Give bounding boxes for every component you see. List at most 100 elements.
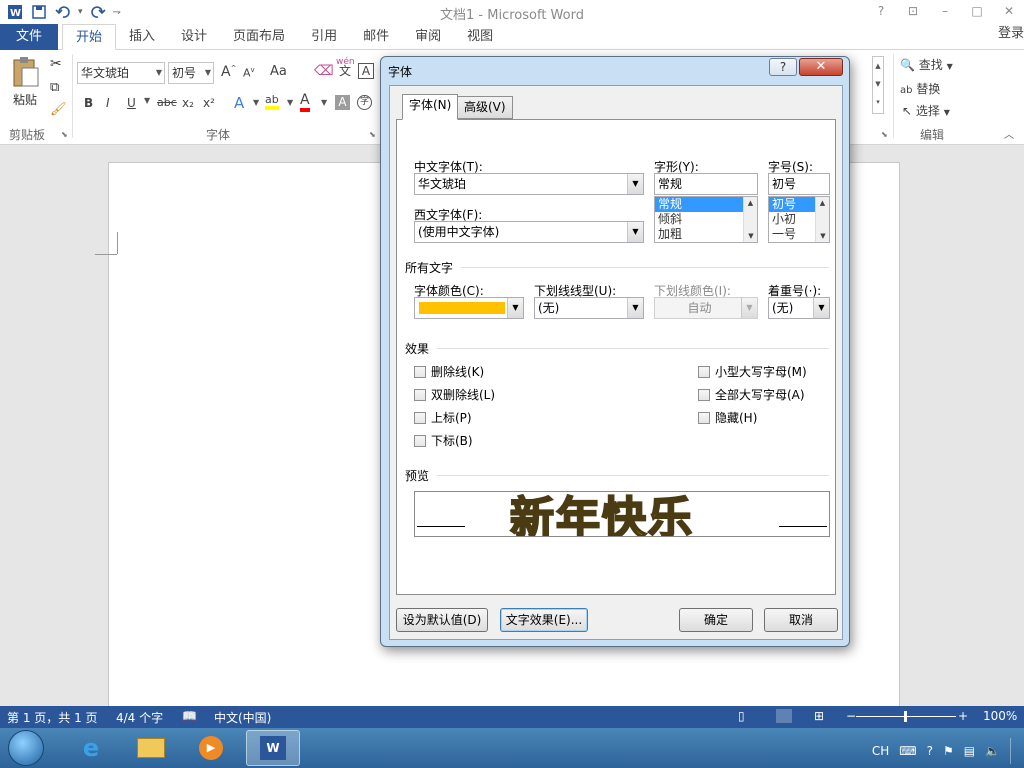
subscript-checkbox[interactable]: 下标(B) xyxy=(414,432,473,449)
scroll-down-icon[interactable]: ▼ xyxy=(744,230,757,242)
checkbox-box[interactable] xyxy=(414,365,426,378)
read-mode-icon[interactable]: ▯ xyxy=(738,709,745,723)
superscript-checkbox[interactable]: 上标(P) xyxy=(414,409,472,426)
zoom-slider-thumb[interactable] xyxy=(904,711,907,722)
tab-insert[interactable]: 插入 xyxy=(116,24,168,50)
shrink-font-button[interactable]: Av xyxy=(243,66,255,80)
grow-font-button[interactable]: A^ xyxy=(221,64,236,80)
cut-icon[interactable]: ✂ xyxy=(50,56,62,72)
proofing-icon[interactable]: 📖 xyxy=(182,709,197,723)
styles-gallery[interactable] xyxy=(850,56,872,114)
internet-explorer-icon[interactable]: e xyxy=(64,730,118,766)
tab-page-layout[interactable]: 页面布局 xyxy=(220,24,298,50)
checkbox-box[interactable] xyxy=(698,365,710,378)
format-painter-icon[interactable]: 🖌 xyxy=(50,102,67,117)
font-style-list[interactable]: 常规 倾斜 加粗 ▲ ▼ xyxy=(654,196,758,243)
scroll-down-icon[interactable]: ▼ xyxy=(816,230,829,242)
list-item[interactable]: 常规 xyxy=(655,197,757,212)
emphasis-mark-select[interactable]: (无) ▼ xyxy=(768,297,830,319)
language-indicator[interactable]: 中文(中国) xyxy=(214,709,271,726)
underline-type-select[interactable]: (无) ▼ xyxy=(534,297,644,319)
media-player-icon[interactable]: ▶ xyxy=(184,730,238,766)
all-caps-checkbox[interactable]: 全部大写字母(A) xyxy=(698,386,805,403)
font-name-combo[interactable]: 华文琥珀 ▼ xyxy=(77,62,165,84)
underline-button[interactable]: U xyxy=(127,96,136,110)
change-case-button[interactable]: Aa xyxy=(270,64,287,79)
dialog-close-button[interactable]: ✕ xyxy=(799,58,843,76)
character-shading-button[interactable]: A xyxy=(335,95,350,110)
chevron-down-icon[interactable]: ▼ xyxy=(321,98,327,107)
file-explorer-icon[interactable] xyxy=(124,730,178,766)
font-launcher-icon[interactable]: ⬊ xyxy=(369,130,376,139)
strikethrough-button[interactable]: abc xyxy=(157,96,177,109)
help-icon[interactable]: ? xyxy=(872,2,890,20)
chinese-font-select[interactable]: 华文琥珀 ▼ xyxy=(414,173,644,195)
cancel-button[interactable]: 取消 xyxy=(764,608,838,632)
list-item[interactable]: 加粗 xyxy=(655,227,757,242)
italic-button[interactable]: I xyxy=(106,96,110,110)
word-taskbar-icon[interactable]: W xyxy=(246,730,300,766)
chevron-down-icon[interactable]: ▼ xyxy=(627,298,643,318)
minimize-icon[interactable]: – xyxy=(936,2,954,20)
tab-mailings[interactable]: 邮件 xyxy=(350,24,402,50)
font-color-picker[interactable]: ▼ xyxy=(414,297,524,319)
font-size-input[interactable]: 初号 xyxy=(768,173,830,195)
subscript-button[interactable]: x₂ xyxy=(182,96,194,110)
bold-button[interactable]: B xyxy=(84,96,93,110)
chevron-down-icon[interactable]: ▼ xyxy=(627,222,643,242)
replace-button[interactable]: ab 替换 xyxy=(900,80,940,97)
chevron-down-icon[interactable]: ▼ xyxy=(144,96,150,105)
western-font-select[interactable]: (使用中文字体) ▼ xyxy=(414,221,644,243)
text-effects-button[interactable]: 文字效果(E)... xyxy=(500,608,588,632)
collapse-ribbon-icon[interactable]: ︿ xyxy=(1004,126,1014,141)
font-size-combo[interactable]: 初号 ▼ xyxy=(168,62,214,84)
font-size-list[interactable]: 初号 小初 一号 ▲ ▼ xyxy=(768,196,830,243)
flag-icon[interactable]: ⚑ xyxy=(943,744,954,758)
help-tray-icon[interactable]: ? xyxy=(927,744,933,758)
start-button[interactable] xyxy=(8,730,44,766)
web-layout-icon[interactable]: ⊞ xyxy=(814,709,824,723)
zoom-out-icon[interactable]: − xyxy=(846,709,856,723)
highlight-button[interactable]: ab xyxy=(265,94,279,110)
zoom-in-icon[interactable]: + xyxy=(958,709,968,723)
show-desktop-button[interactable] xyxy=(1010,738,1016,764)
styles-scroll[interactable]: ▲ ▼ ▾ xyxy=(872,56,884,114)
chevron-down-icon[interactable]: ▼ xyxy=(287,98,293,107)
tab-advanced[interactable]: 高级(V) xyxy=(457,96,513,119)
checkbox-box[interactable] xyxy=(698,388,710,401)
scroll-up-icon[interactable]: ▲ xyxy=(816,197,829,209)
tab-view[interactable]: 视图 xyxy=(454,24,506,50)
phonetic-guide-button[interactable]: wén 文 xyxy=(336,58,355,78)
chevron-down-icon[interactable]: ▼ xyxy=(205,63,211,83)
list-scrollbar[interactable]: ▲ ▼ xyxy=(743,197,757,242)
ribbon-display-options-icon[interactable]: ⊡ xyxy=(904,2,922,20)
network-icon[interactable]: ▤ xyxy=(964,744,975,758)
styles-launcher-icon[interactable]: ⬊ xyxy=(881,130,888,139)
checkbox-box[interactable] xyxy=(414,411,426,424)
font-style-input[interactable]: 常规 xyxy=(654,173,758,195)
small-caps-checkbox[interactable]: 小型大写字母(M) xyxy=(698,363,807,380)
tab-home[interactable]: 开始 xyxy=(62,24,117,50)
clear-formatting-icon[interactable]: ⌫ xyxy=(314,63,334,79)
tab-review[interactable]: 审阅 xyxy=(402,24,454,50)
tab-references[interactable]: 引用 xyxy=(298,24,350,50)
list-scrollbar[interactable]: ▲ ▼ xyxy=(815,197,829,242)
superscript-button[interactable]: x² xyxy=(203,96,215,110)
tab-design[interactable]: 设计 xyxy=(168,24,220,50)
font-color-button[interactable]: A xyxy=(300,93,310,112)
character-border-button[interactable]: A xyxy=(358,63,374,79)
chevron-down-icon[interactable]: ▼ xyxy=(253,98,259,107)
checkbox-box[interactable] xyxy=(698,411,710,424)
restore-icon[interactable]: □ xyxy=(968,2,986,20)
scroll-up-icon[interactable]: ▲ xyxy=(744,197,757,209)
list-item[interactable]: 初号 xyxy=(769,197,815,212)
paste-button[interactable]: 粘贴 xyxy=(8,56,42,118)
tab-font[interactable]: 字体(N) xyxy=(402,94,459,120)
list-item[interactable]: 倾斜 xyxy=(655,212,757,227)
checkbox-box[interactable] xyxy=(414,388,426,401)
chevron-down-icon[interactable]: ▼ xyxy=(156,63,162,83)
sign-in-link[interactable]: 登录 xyxy=(998,24,1024,44)
clipboard-launcher-icon[interactable]: ⬊ xyxy=(61,130,68,139)
volume-icon[interactable]: 🔈 xyxy=(985,744,1000,758)
ok-button[interactable]: 确定 xyxy=(679,608,753,632)
